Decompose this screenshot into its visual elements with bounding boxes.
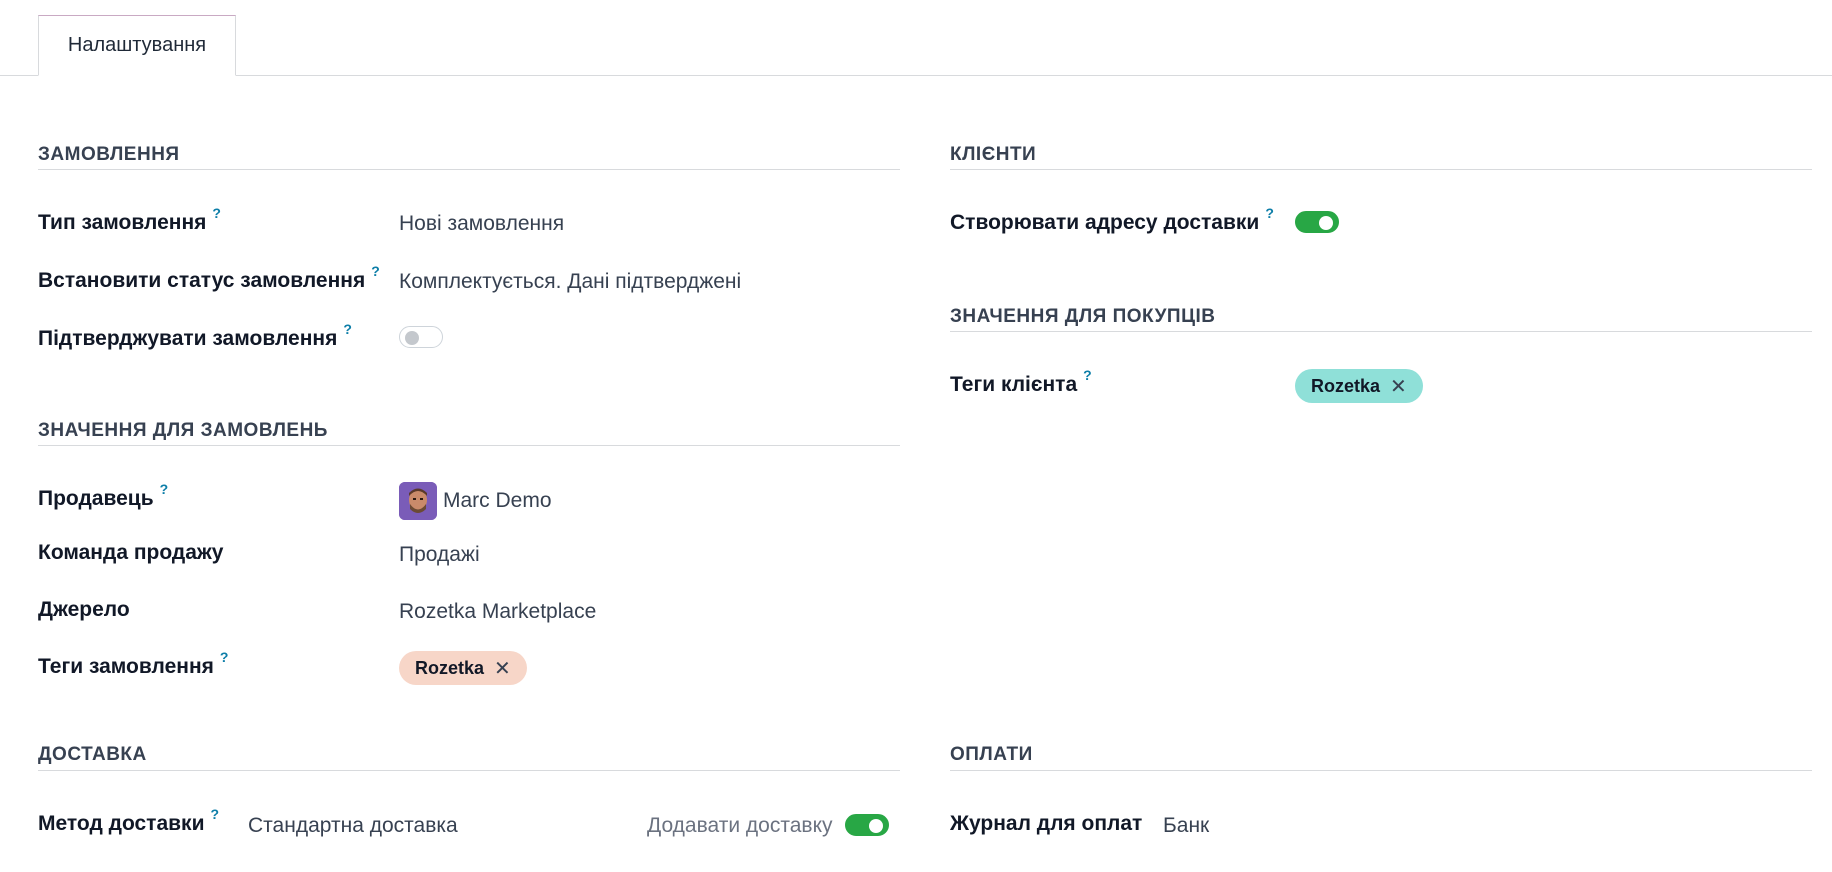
section-title-payments: ОПЛАТИ (950, 744, 1033, 765)
section-title-order-values: ЗНАЧЕННЯ ДЛЯ ЗАМОВЛЕНЬ (38, 420, 328, 441)
client-tag-label: Rozetka (1311, 375, 1381, 396)
avatar[interactable] (399, 482, 437, 520)
order-type-field[interactable]: Нові замовлення (399, 212, 564, 236)
source-field[interactable]: Rozetka Marketplace (399, 600, 596, 624)
section-divider (38, 445, 900, 446)
order-tags-label: Теги замовлення? (38, 649, 228, 679)
payment-journal-label: Журнал для оплат (950, 812, 1142, 836)
toggle-knob (1319, 216, 1333, 230)
set-status-field[interactable]: Комплектується. Дані підтверджені (399, 270, 741, 294)
section-title-clients: КЛІЄНТИ (950, 144, 1037, 165)
confirm-order-label-text: Підтверджувати замовлення (38, 327, 338, 350)
help-icon[interactable]: ? (343, 321, 352, 337)
create-address-label-text: Створювати адресу доставки (950, 211, 1260, 234)
client-tag[interactable]: Rozetka ✕ (1295, 369, 1423, 403)
order-tags-label-text: Теги замовлення (38, 655, 214, 678)
salesperson-field[interactable]: Marc Demo (443, 489, 552, 513)
source-label: Джерело (38, 598, 130, 622)
create-address-toggle[interactable] (1295, 211, 1339, 233)
salesperson-label: Продавець? (38, 481, 168, 511)
confirm-order-toggle[interactable] (399, 326, 443, 348)
delivery-method-label: Метод доставки? (38, 806, 219, 836)
source-label-text: Джерело (38, 598, 130, 621)
set-status-label: Встановити статус замовлення? (38, 263, 380, 293)
help-icon[interactable]: ? (1265, 205, 1274, 221)
tag-remove-icon[interactable]: ✕ (494, 656, 511, 681)
tag-remove-icon[interactable]: ✕ (1390, 374, 1407, 399)
help-icon[interactable]: ? (160, 481, 169, 497)
section-divider (38, 770, 900, 771)
set-status-label-text: Встановити статус замовлення (38, 269, 366, 292)
sales-team-field[interactable]: Продажі (399, 543, 480, 567)
delivery-method-label-text: Метод доставки (38, 812, 205, 835)
order-type-label-text: Тип замовлення (38, 211, 207, 234)
section-divider (38, 169, 900, 170)
section-divider (950, 169, 1812, 170)
delivery-method-field[interactable]: Стандартна доставка (248, 814, 458, 838)
toggle-knob (869, 819, 883, 833)
tabs-bar: Налаштування (0, 0, 1832, 76)
order-tag-label: Rozetka (415, 657, 485, 678)
tab-settings[interactable]: Налаштування (38, 15, 236, 76)
help-icon[interactable]: ? (1083, 367, 1092, 383)
section-divider (950, 331, 1812, 332)
toggle-knob (405, 331, 419, 345)
help-icon[interactable]: ? (210, 806, 219, 822)
section-title-buyer-values: ЗНАЧЕННЯ ДЛЯ ПОКУПЦІВ (950, 306, 1216, 327)
confirm-order-label: Підтверджувати замовлення? (38, 321, 352, 351)
client-tags-label-text: Теги клієнта (950, 373, 1078, 396)
section-title-orders: ЗАМОВЛЕННЯ (38, 144, 180, 165)
payment-journal-label-text: Журнал для оплат (950, 812, 1143, 835)
order-tag[interactable]: Rozetka ✕ (399, 651, 527, 685)
client-tags-label: Теги клієнта? (950, 367, 1092, 397)
salesperson-label-text: Продавець (38, 487, 154, 510)
sales-team-label: Команда продажу (38, 541, 223, 565)
sales-team-label-text: Команда продажу (38, 541, 224, 564)
help-icon[interactable]: ? (212, 205, 221, 221)
payment-journal-field[interactable]: Банк (1163, 814, 1209, 838)
add-delivery-toggle[interactable] (845, 814, 889, 836)
create-address-label: Створювати адресу доставки? (950, 205, 1274, 235)
order-type-label: Тип замовлення? (38, 205, 221, 235)
add-delivery-label: Додавати доставку (647, 814, 833, 837)
help-icon[interactable]: ? (220, 649, 229, 665)
help-icon[interactable]: ? (371, 263, 380, 279)
section-divider (950, 770, 1812, 771)
section-title-delivery: ДОСТАВКА (38, 744, 147, 765)
